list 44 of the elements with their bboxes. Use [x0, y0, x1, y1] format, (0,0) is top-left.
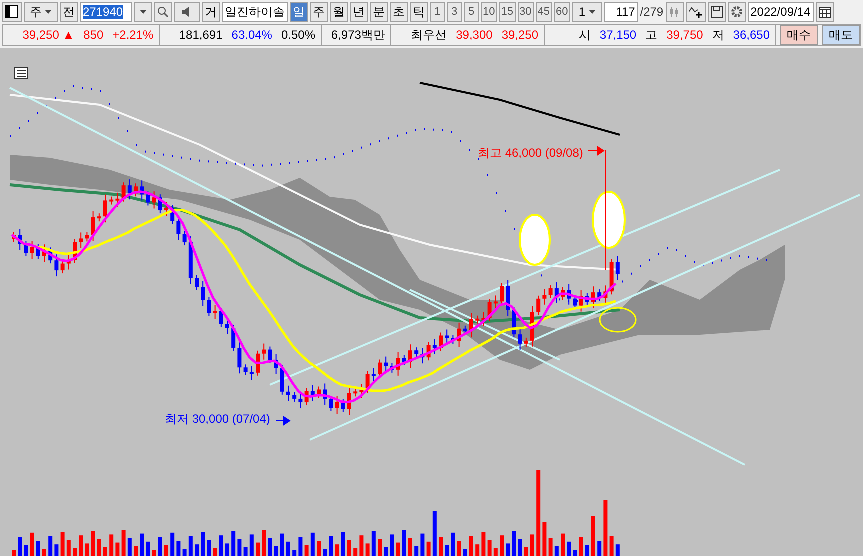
quote-value: 39,300 [456, 28, 493, 42]
quote-value: 39,250 [502, 28, 539, 42]
market-select[interactable]: 주 [24, 2, 58, 22]
period-tab[interactable]: 년 [350, 2, 368, 22]
interval-button[interactable]: 45 [536, 2, 552, 22]
unit-select[interactable]: 1 [572, 2, 602, 22]
interval-button[interactable]: 10 [481, 2, 498, 22]
stock-name-field[interactable]: 일진하이솔 [222, 2, 288, 22]
interval-button[interactable]: 3 [447, 2, 462, 22]
period-tab[interactable]: 월 [330, 2, 348, 22]
buy-button[interactable]: 매수 [780, 25, 818, 45]
quote-value: 63.04% [232, 28, 272, 42]
quote-value: 6,973백만 [331, 26, 386, 44]
quote-value: 저 [712, 26, 724, 44]
quote-value: 0.50% [281, 28, 316, 42]
quote-value: 고 [646, 26, 658, 44]
period-tab[interactable]: 틱 [410, 2, 428, 22]
quote-value: 시 [578, 26, 591, 44]
low-price-label: 최저 30,000 (07/04) [165, 412, 270, 426]
count-field[interactable]: 117 [604, 2, 638, 22]
interval-button[interactable]: 5 [464, 2, 479, 22]
quote-value: 39,750 [666, 28, 704, 42]
quote-value: 181,691 [179, 28, 223, 42]
interval-button[interactable]: 15 [499, 2, 516, 22]
interval-button[interactable]: 60 [554, 2, 570, 22]
period-tab[interactable]: 주 [310, 2, 328, 22]
stock-code-field[interactable]: 271940 [80, 2, 132, 22]
high-price-label: 최고 46,000 (09/08) [478, 146, 584, 160]
sell-button[interactable]: 매도 [822, 25, 860, 45]
interval-button[interactable]: 30 [518, 2, 534, 22]
quote-value: 850 [84, 28, 104, 42]
quote-value: 37,150 [600, 28, 637, 42]
period-tab[interactable]: 초 [390, 2, 408, 22]
interval-button[interactable]: 1 [430, 2, 445, 22]
type-button[interactable]: 거 [202, 2, 220, 22]
date-field[interactable]: 2022/09/14 [748, 2, 814, 22]
quote-value: 최우선 [411, 26, 448, 44]
quote-value: 39,250 ▲ [22, 28, 75, 42]
quote-value: +2.21% [112, 28, 154, 42]
previous-button[interactable]: 전 [60, 2, 78, 22]
period-tab[interactable]: 분 [370, 2, 388, 22]
quote-value: 36,650 [733, 28, 770, 42]
period-tab[interactable]: 일 [290, 2, 308, 22]
total-count: /279 [640, 5, 664, 19]
